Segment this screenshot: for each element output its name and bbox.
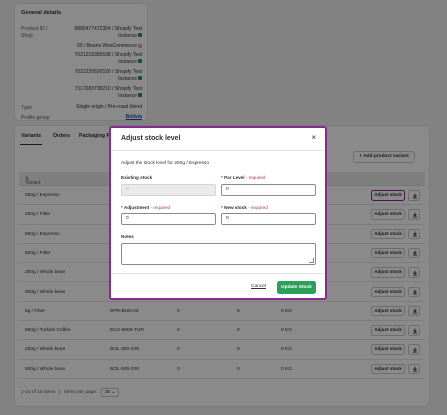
update-stock-button[interactable]: Update Stock (277, 281, 316, 294)
notes-label: Notes (121, 234, 134, 239)
adjustment-label: * Adjustment - required (121, 205, 171, 210)
modal-footer-divider (111, 273, 325, 274)
close-icon[interactable]: × (311, 134, 316, 142)
new-stock-label: * New stock - required (221, 205, 268, 210)
adjust-stock-modal: Adjust stock level × Adjust the stock le… (109, 126, 327, 300)
existing-stock-label: Existing stock (121, 175, 153, 180)
modal-title: Adjust stock level (121, 135, 181, 142)
par-level-field[interactable]: 0 (221, 184, 316, 196)
new-stock-field[interactable]: 0 (221, 213, 316, 225)
adjustment-field[interactable]: 0 (121, 213, 216, 225)
modal-description: Adjust the stock level for 250g / Espres… (121, 161, 209, 166)
notes-textarea[interactable] (121, 243, 316, 265)
cancel-button[interactable]: Cancel (251, 284, 266, 289)
par-level-label: * Par Level - required (221, 175, 266, 180)
existing-stock-field: 0 (121, 184, 216, 196)
